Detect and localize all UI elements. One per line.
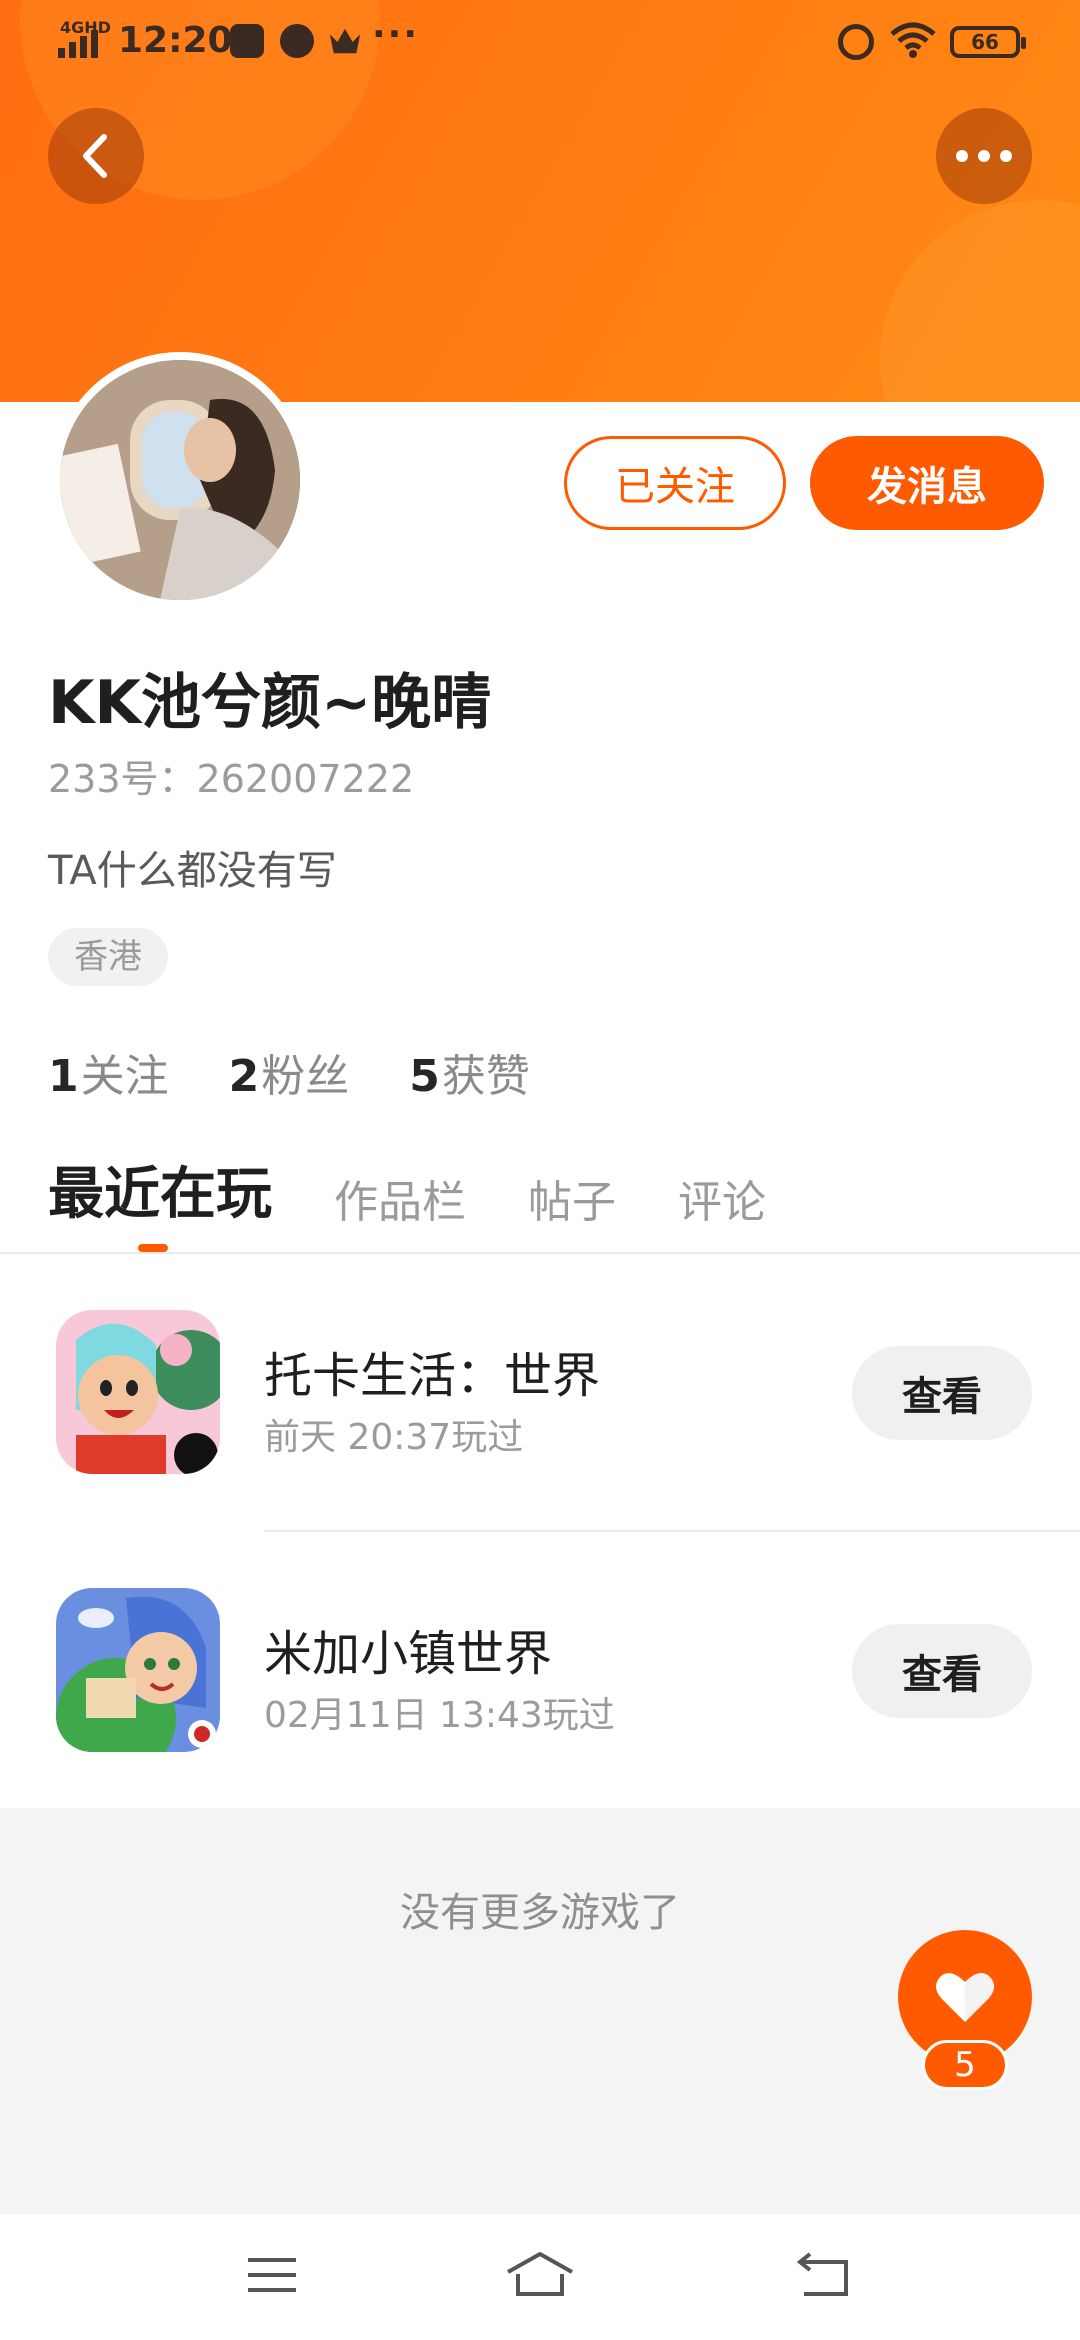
battery-indicator: 66 [950, 26, 1026, 58]
send-message-button[interactable]: 发消息 [810, 436, 1044, 530]
game-title: 托卡生活：世界 [264, 1348, 601, 1404]
profile-stats: 1关注 2粉丝 5获赞 [48, 1040, 530, 1102]
following-stat[interactable]: 1关注 [48, 1040, 169, 1102]
likes-stat[interactable]: 5获赞 [409, 1040, 530, 1102]
back-nav-icon[interactable] [796, 2250, 852, 2300]
status-time: 12:20 [118, 20, 233, 61]
avatar[interactable] [52, 352, 308, 608]
wifi-icon [890, 22, 936, 58]
tab-comments[interactable]: 评论 [678, 1166, 766, 1230]
tab-works[interactable]: 作品栏 [334, 1166, 466, 1230]
tab-posts[interactable]: 帖子 [528, 1166, 616, 1230]
game-played-time: 前天 20:37玩过 [264, 1417, 524, 1458]
followers-stat[interactable]: 2粉丝 [229, 1040, 350, 1102]
followed-button[interactable]: 已关注 [564, 436, 786, 530]
like-count-badge: 5 [922, 2040, 1008, 2090]
game-title: 米加小镇世界 [264, 1626, 553, 1682]
user-id: 233号：262007222 [48, 757, 415, 801]
more-button[interactable] [936, 108, 1032, 204]
status-bar: 4GHD 12:20 ··· 66 [0, 0, 1080, 84]
menu-icon[interactable] [244, 2250, 300, 2300]
no-more-games-text: 没有更多游戏了 [400, 1890, 680, 1936]
username: KK池兮颜~晚晴 [48, 668, 492, 738]
crown-icon [329, 28, 361, 54]
bio-text: TA什么都没有写 [48, 848, 337, 894]
banner-decoration [880, 200, 1080, 402]
media-icon [230, 24, 264, 58]
activity-icon [280, 24, 314, 58]
more-status-icon: ··· [372, 14, 420, 55]
view-game-button[interactable]: 查看 [852, 1624, 1032, 1718]
system-navigation-bar [0, 2214, 1080, 2340]
profile-screen: 4GHD 12:20 ··· 66 已关注 发消息 KK池兮颜~晚晴 233号：… [0, 0, 1080, 2340]
profile-tabs: 最近在玩 作品栏 帖子 评论 [48, 1150, 828, 1230]
network-type: 4GHD [60, 18, 111, 37]
avatar-image [60, 360, 300, 600]
game-list-item[interactable]: 托卡生活：世界 前天 20:37玩过 查看 [0, 1254, 1080, 1530]
heart-icon [936, 1973, 994, 2022]
toca-life-world-icon [56, 1310, 220, 1474]
more-horizontal-icon [956, 150, 1012, 162]
signal-icon: 4GHD [58, 18, 111, 58]
back-button[interactable] [48, 108, 144, 204]
miga-town-world-icon [56, 1588, 220, 1752]
tab-recent-play[interactable]: 最近在玩 [48, 1149, 272, 1230]
game-list-item[interactable]: 米加小镇世界 02月11日 13:43玩过 查看 [0, 1532, 1080, 1808]
view-game-button[interactable]: 查看 [852, 1346, 1032, 1440]
chevron-left-icon [83, 134, 107, 178]
active-tab-indicator [138, 1244, 168, 1252]
region-tag: 香港 [48, 928, 168, 986]
game-played-time: 02月11日 13:43玩过 [264, 1695, 615, 1736]
home-icon[interactable] [504, 2250, 576, 2300]
alarm-icon [838, 24, 874, 60]
